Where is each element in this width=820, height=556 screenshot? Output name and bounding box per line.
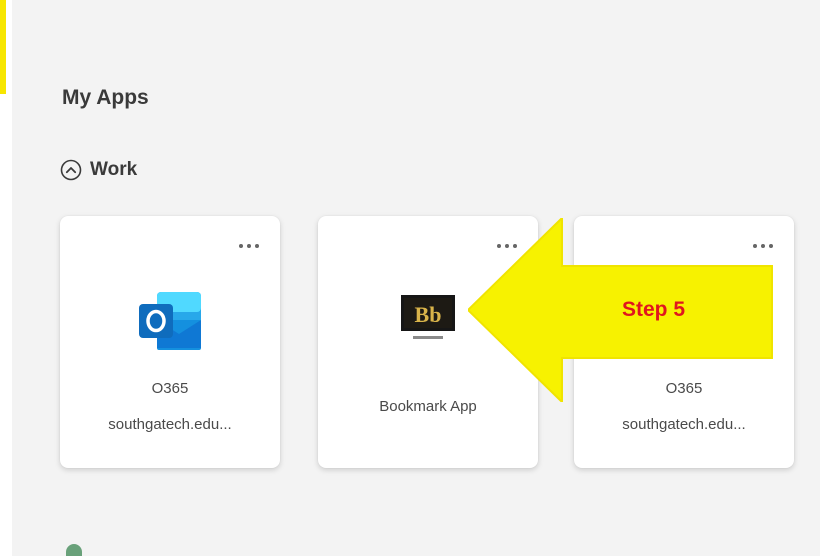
next-section-icon [66, 544, 82, 556]
app-name: O365 [151, 380, 189, 397]
app-subtitle: southgatech.edu... [108, 416, 232, 433]
more-dot [255, 244, 259, 248]
group-header-work[interactable]: Work [60, 156, 137, 184]
group-label: Work [90, 159, 138, 180]
more-options-button[interactable] [234, 238, 264, 254]
more-dot [239, 244, 243, 248]
blackboard-icon: Bb [401, 295, 455, 339]
section-title: My Apps [62, 86, 149, 109]
step-label: Step 5 [622, 298, 686, 321]
app-subtitle: southgatech.edu... [622, 416, 746, 433]
app-icon-container [60, 286, 280, 356]
annotation-arrow [468, 218, 773, 402]
chevron-up-circle-icon [60, 159, 82, 181]
highlight-edge [0, 0, 6, 94]
app-tile-o365-1[interactable]: O365 southgatech.edu... [60, 216, 280, 468]
outlook-icon [139, 292, 201, 350]
more-dot [247, 244, 251, 248]
svg-text:Bb: Bb [415, 302, 442, 327]
